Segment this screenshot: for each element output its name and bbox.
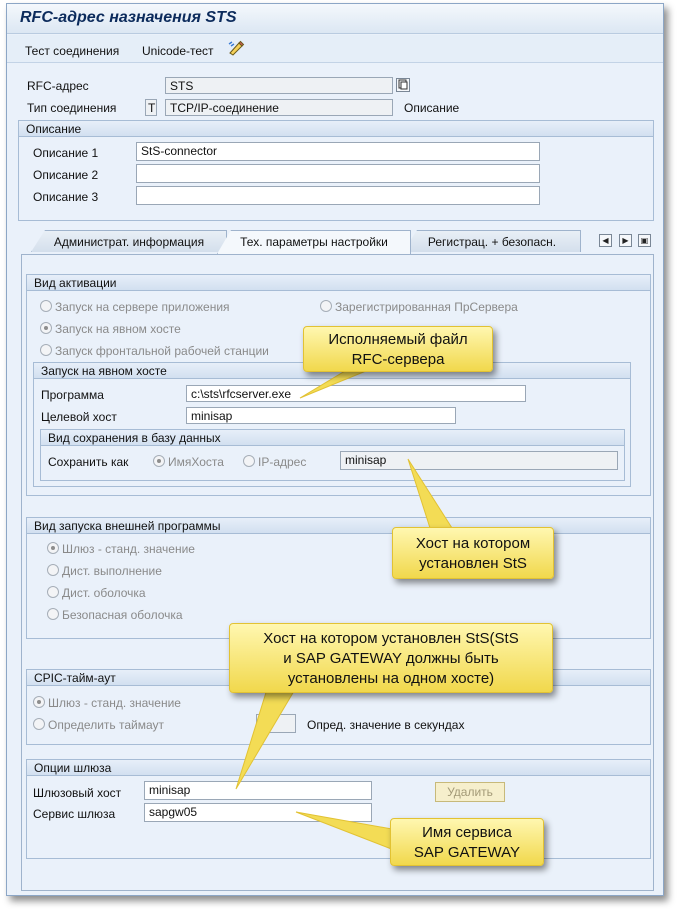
callout-service-pointer	[295, 811, 395, 851]
callout-host: Хост на котором установлен StS	[392, 527, 554, 579]
callout-pointers	[235, 361, 453, 851]
callout-host-text: Хост на котором установлен StS	[415, 535, 531, 572]
callout-gateway-host-pointer	[235, 685, 298, 790]
callout-executable-text: Исполняемый файл RFC-сервера	[328, 331, 468, 368]
callout-service: Имя сервиса SAP GATEWAY	[390, 818, 544, 866]
callout-executable: Исполняемый файл RFC-сервера	[303, 326, 493, 372]
callout-service-text: Имя сервиса SAP GATEWAY	[413, 824, 521, 861]
callout-host-pointer	[407, 458, 453, 529]
callout-gateway-host-text: Хост на котором установлен StS(StS и SAP…	[263, 630, 519, 687]
callout-gateway-host: Хост на котором установлен StS(StS и SAP…	[229, 623, 553, 693]
